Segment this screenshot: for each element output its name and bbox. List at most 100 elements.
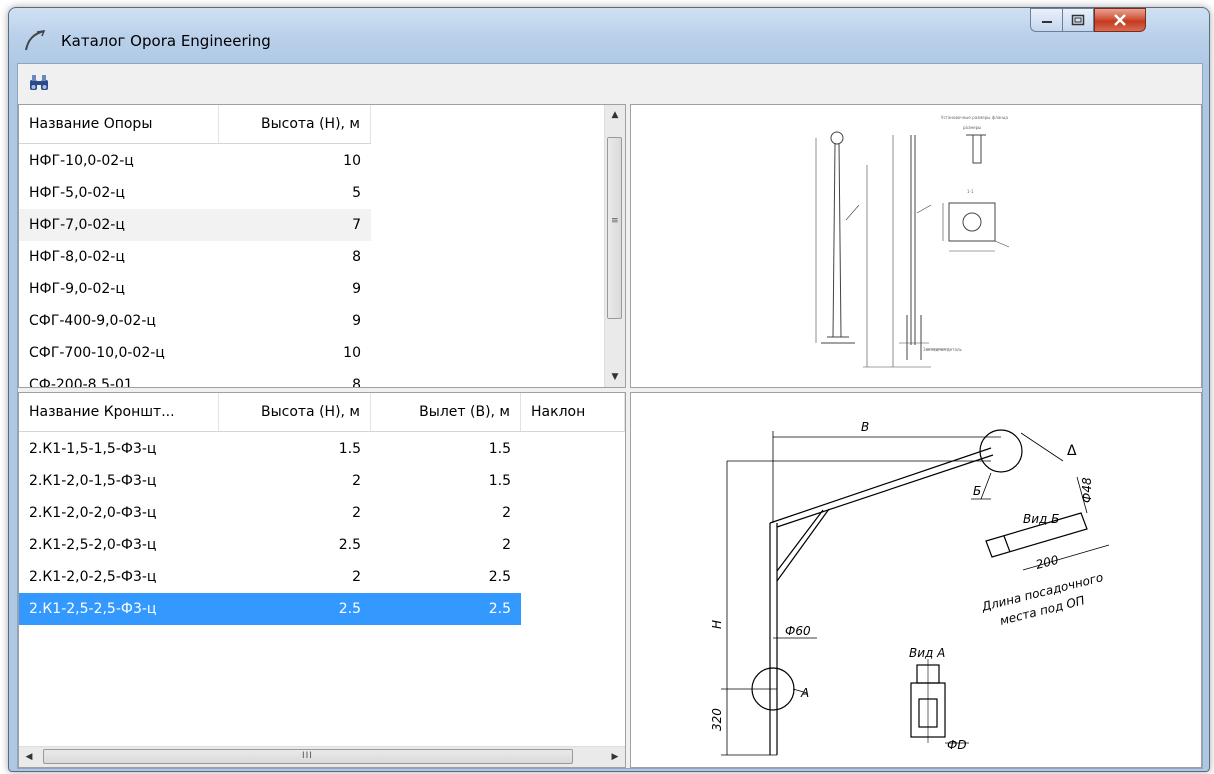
table-row[interactable]: СФГ-700-10,0-02-ц 10 xyxy=(19,337,371,369)
cell-name: 2.К1-2,5-2,0-Ф3-ц xyxy=(29,537,157,553)
cell-name: СФГ-700-10,0-02-ц xyxy=(29,345,165,361)
pole-drawing: Установочные размеры фланца размеры 1-1 … xyxy=(815,115,1010,368)
bracket-drawing-panel: B Δ Б Ф48 Вид Б 200 Длина посадочного ме… xyxy=(630,392,1202,768)
table-row[interactable]: СФГ-400-9,0-02-ц 9 xyxy=(19,305,371,337)
cell-name: 2.К1-2,0-1,5-Ф3-ц xyxy=(29,473,157,489)
table-row[interactable]: 2.К1-2,5-2,0-Ф3-ц 2.5 2 xyxy=(19,529,521,561)
scroll-up-icon[interactable]: ▲ xyxy=(605,105,625,125)
cell-reach: 1.5 xyxy=(488,473,511,489)
minimize-button[interactable] xyxy=(1030,8,1062,32)
svg-text:Установочные размеры фланца: Установочные размеры фланца xyxy=(941,115,1008,120)
grip-icon: III xyxy=(302,751,313,761)
brackets-list[interactable]: Название Кроншт... Высота (H), м Вылет (… xyxy=(18,392,626,768)
poles-rows: НФГ-10,0-02-ц 10 НФГ-5,0-02-ц 5 НФГ-7,0-02-ц… xyxy=(19,145,371,388)
cell-height: 8 xyxy=(352,249,361,265)
table-row[interactable]: НФГ-5,0-02-ц 5 xyxy=(19,177,371,209)
scroll-thumb[interactable]: III xyxy=(43,749,573,764)
column-pole-name[interactable]: Название Опоры xyxy=(19,105,219,143)
label-a-marker: А xyxy=(800,686,809,700)
scroll-left-icon[interactable]: ◀ xyxy=(19,747,39,767)
poles-vertical-scrollbar[interactable]: ▲ ≡ ▼ xyxy=(604,105,625,387)
cell-name: НФГ-8,0-02-ц xyxy=(29,249,125,265)
column-bracket-reach[interactable]: Вылет (B), м xyxy=(371,393,521,431)
close-icon xyxy=(1114,14,1126,26)
poles-header: Название Опоры Высота (H), м xyxy=(19,105,371,144)
label-view-b: Вид Б xyxy=(1023,512,1059,526)
brackets-rows: 2.К1-1,5-1,5-Ф3-ц 1.5 1.5 2.К1-2,0-1,5-Ф3-ц… xyxy=(19,433,521,625)
label-320: 320 xyxy=(710,708,724,731)
cell-height: 9 xyxy=(352,281,361,297)
scroll-thumb[interactable]: ≡ xyxy=(607,137,622,319)
cell-name: 2.К1-2,5-2,5-Ф3-ц xyxy=(29,601,157,617)
cell-reach: 2 xyxy=(502,505,511,521)
table-row[interactable]: НФГ-10,0-02-ц 10 xyxy=(19,145,371,177)
cell-reach: 2.5 xyxy=(488,569,511,585)
close-button[interactable] xyxy=(1094,8,1146,32)
column-bracket-name[interactable]: Название Кроншт... xyxy=(19,393,219,431)
table-row[interactable]: 2.К1-2,0-2,5-Ф3-ц 2 2.5 xyxy=(19,561,521,593)
grip-icon: ≡ xyxy=(611,216,619,226)
table-row[interactable]: НФГ-9,0-02-ц 9 xyxy=(19,273,371,305)
cell-name: 2.К1-1,5-1,5-Ф3-ц xyxy=(29,441,157,457)
pole-drawing-panel: Установочные размеры фланца размеры 1-1 … xyxy=(630,104,1202,388)
table-row[interactable]: НФГ-7,0-02-ц 7 xyxy=(19,209,371,241)
cell-height: 10 xyxy=(343,345,361,361)
cell-height: 2 xyxy=(352,473,361,489)
cell-height: 2 xyxy=(352,569,361,585)
column-pole-height[interactable]: Высота (H), м xyxy=(219,105,371,143)
cell-height: 1.5 xyxy=(338,441,361,457)
table-row[interactable]: 2.К1-2,5-2,5-Ф3-ц 2.5 2.5 xyxy=(19,593,521,625)
cell-height: 7 xyxy=(352,217,361,233)
poles-list[interactable]: Название Опоры Высота (H), м НФГ-10,0-02… xyxy=(18,104,626,388)
cell-name: НФГ-9,0-02-ц xyxy=(29,281,125,297)
minimize-icon xyxy=(1041,21,1052,23)
label-view-b-marker: Б xyxy=(973,484,981,498)
title-bar[interactable]: Каталог Opora Engineering xyxy=(9,8,1209,64)
app-window: Каталог Opora Engineering Название Опоры… xyxy=(8,7,1210,772)
cell-height: 5 xyxy=(352,185,361,201)
cell-name: СФ-200-8,5-01 xyxy=(29,377,133,388)
cell-name: 2.К1-2,0-2,0-Ф3-ц xyxy=(29,505,157,521)
svg-text:1-1: 1-1 xyxy=(967,189,974,194)
cell-height: 2.5 xyxy=(338,537,361,553)
cell-name: НФГ-7,0-02-ц xyxy=(29,217,125,233)
cell-name: НФГ-10,0-02-ц xyxy=(29,153,134,169)
bracket-drawing: B Δ Б Ф48 Вид Б 200 Длина посадочного ме… xyxy=(710,420,1110,756)
window-title: Каталог Opora Engineering xyxy=(61,32,271,50)
label-200: 200 xyxy=(1034,553,1060,572)
brackets-horizontal-scrollbar[interactable]: ◀ III ▶ xyxy=(19,746,625,767)
scroll-right-icon[interactable]: ▶ xyxy=(605,747,625,767)
scroll-down-icon[interactable]: ▼ xyxy=(605,367,625,387)
cell-reach: 2.5 xyxy=(488,601,511,617)
cell-name: 2.К1-2,0-2,5-Ф3-ц xyxy=(29,569,157,585)
cell-height: 8 xyxy=(352,377,361,388)
column-bracket-height[interactable]: Высота (H), м xyxy=(219,393,371,431)
label-b: B xyxy=(861,420,869,434)
table-row[interactable]: НФГ-8,0-02-ц 8 xyxy=(19,241,371,273)
label-h: H xyxy=(710,620,724,629)
table-row[interactable]: СФ-200-8,5-01 8 xyxy=(19,369,371,388)
svg-text:Закладная деталь: Закладная деталь xyxy=(923,347,963,352)
brackets-header: Название Кроншт... Высота (H), м Вылет (… xyxy=(19,393,625,432)
table-row[interactable]: 2.К1-1,5-1,5-Ф3-ц 1.5 1.5 xyxy=(19,433,521,465)
label-dia48: Ф48 xyxy=(1080,477,1094,503)
cell-reach: 1.5 xyxy=(488,441,511,457)
cell-height: 10 xyxy=(343,153,361,169)
client-area: Название Опоры Высота (H), м НФГ-10,0-02… xyxy=(17,63,1203,769)
maximize-button[interactable] xyxy=(1062,8,1094,32)
label-view-a: Вид А xyxy=(909,646,945,660)
table-row[interactable]: 2.К1-2,0-2,0-Ф3-ц 2 2 xyxy=(19,497,521,529)
cell-name: СФГ-400-9,0-02-ц xyxy=(29,313,156,329)
cell-reach: 2 xyxy=(502,537,511,553)
binoculars-icon[interactable] xyxy=(28,72,50,94)
cell-height: 2 xyxy=(352,505,361,521)
cell-height: 2.5 xyxy=(338,601,361,617)
label-dia-d: ФD xyxy=(947,738,967,752)
toolbar xyxy=(18,64,1202,102)
label-delta: Δ xyxy=(1067,443,1077,459)
maximize-icon xyxy=(1071,14,1085,26)
table-row[interactable]: 2.К1-2,0-1,5-Ф3-ц 2 1.5 xyxy=(19,465,521,497)
app-logo-icon xyxy=(25,30,46,51)
label-dia60: Ф60 xyxy=(785,624,811,638)
column-bracket-tilt[interactable]: Наклон xyxy=(521,393,625,431)
